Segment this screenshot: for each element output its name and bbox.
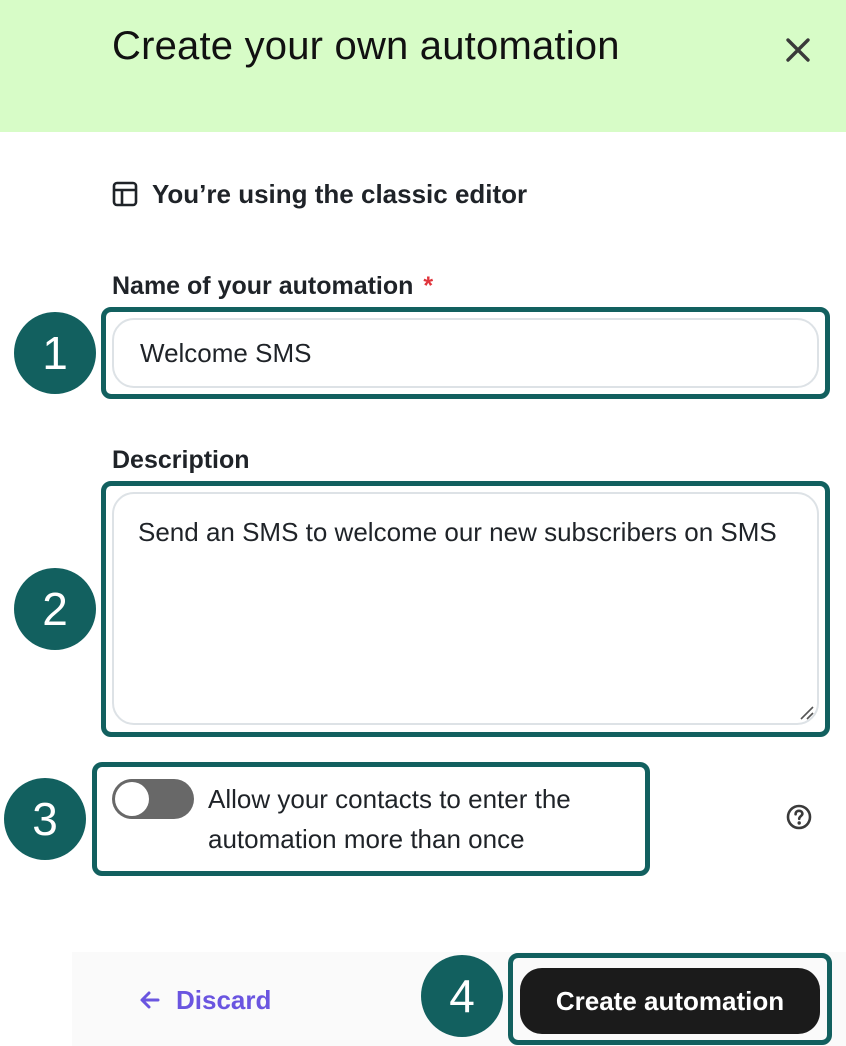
description-textarea[interactable]: Send an SMS to welcome our new subscribe… xyxy=(112,492,819,725)
toggle-knob xyxy=(115,782,149,816)
create-automation-button[interactable]: Create automation xyxy=(520,968,820,1034)
discard-button[interactable]: Discard xyxy=(138,980,271,1020)
classic-editor-text: You’re using the classic editor xyxy=(152,178,528,209)
reentry-toggle-label: Allow your contacts to enter the automat… xyxy=(208,784,571,854)
modal-title: Create your own automation xyxy=(112,24,620,68)
modal-header: Create your own automation xyxy=(0,0,846,132)
required-marker: * xyxy=(423,272,434,300)
name-label-text: Name of your automation xyxy=(112,272,414,300)
layout-icon xyxy=(112,181,138,207)
arrow-left-icon xyxy=(140,991,160,1009)
help-icon xyxy=(786,804,812,830)
reentry-toggle[interactable] xyxy=(112,779,194,819)
help-button[interactable] xyxy=(785,803,813,831)
discard-label: Discard xyxy=(176,984,272,1015)
close-icon xyxy=(786,38,810,62)
callout-badge-4: 4 xyxy=(421,955,503,1037)
name-field-label: Name of your automation * xyxy=(112,272,433,301)
close-button[interactable] xyxy=(778,30,818,70)
classic-editor-note: You’re using the classic editor xyxy=(112,176,527,212)
resize-handle-icon[interactable] xyxy=(799,705,815,721)
callout-badge-2: 2 xyxy=(14,568,96,650)
callout-badge-1: 1 xyxy=(14,312,96,394)
callout-badge-3: 3 xyxy=(4,778,86,860)
description-field-label: Description xyxy=(112,446,250,474)
automation-name-input[interactable] xyxy=(112,318,819,388)
